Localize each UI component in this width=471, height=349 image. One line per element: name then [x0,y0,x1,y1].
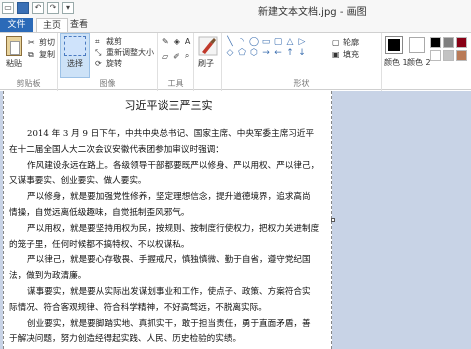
document-line: 创业要实，就是要脚踏实地、真抓实干，敢于担当责任，勇于直面矛盾，善 [27,318,311,329]
pencil-icon[interactable]: ✎ [162,37,169,46]
scissors-icon: ✂ [28,38,35,47]
clipboard-group: 粘贴 ✂ 剪切 ⧉ 复制 剪贴板 [0,33,58,91]
resize-icon: ⤡ [95,48,102,57]
crop-button[interactable]: ⌗ 裁剪 [95,36,122,47]
shape-item[interactable]: ← [272,48,284,59]
image-group: 选择 ⌗ 裁剪 ⤡ 重新调整大小 ⟳ 旋转 图像 [58,33,158,91]
select-icon[interactable] [64,36,86,56]
document-line: 的笼子里，任何时候都不搞特权、不以权谋私。 [9,239,190,250]
customize-dropdown-icon[interactable]: ▾ [62,2,74,14]
ribbon: 粘贴 ✂ 剪切 ⧉ 复制 剪贴板 选择 ⌗ 裁剪 ⤡ 重新调整大小 ⟳ 旋转 图… [0,32,471,91]
brushes-group: 刷子 [194,33,222,91]
shape-item[interactable]: ▷ [296,37,308,48]
shape-item[interactable]: ╲ [224,37,236,48]
document-line: 际情况、符合客观规律、符合科学精神，不好高骛远，不脱离实际。 [9,302,267,313]
clipboard-group-label: 剪贴板 [16,79,41,88]
document-line: 严以修身，就是要加强党性修养，坚定理想信念，提升道德境界，追求高尚 [27,192,311,203]
eraser-icon[interactable]: ▱ [162,52,168,61]
text-icon[interactable]: A [185,37,190,46]
brush-icon[interactable] [198,36,218,56]
shapes-group: ╲ ◝ ◯ ▭ ▢ △ ▷ ◇ ⬠ ⬡ → ← ↑ ↓ ▢ 轮廓 ▣ 填充 形状 [222,33,382,91]
fill-bucket-icon[interactable]: ◈ [174,37,180,46]
document-line: 2014 年 3 月 9 日下午，中共中央总书记、国家主席、中央军委主席习近平 [27,129,315,139]
document-line: 作风建设永远在路上。各级领导干部都要既严以修身、严以用权、严以律己， [27,160,320,171]
outline-icon: ▢ [332,38,340,47]
shape-item[interactable]: ◇ [224,48,236,59]
magnifier-icon[interactable]: ⌕ [185,51,189,61]
tab-file[interactable]: 文件 [0,18,33,32]
resize-handle-right[interactable] [331,218,335,222]
shape-item[interactable]: ◯ [248,37,260,48]
document-line: 于解决问题，努力创造经得起实践、人民、历史检验的实绩。 [9,334,242,345]
copy-button[interactable]: ⧉ 复制 [28,49,55,60]
image-group-label: 图像 [99,79,116,88]
tab-view[interactable]: 查看 [64,18,94,32]
document-line: 在十二届全国人大二次会议安徽代表团参加审议时强调： [9,144,224,155]
redo-icon[interactable]: ↷ [47,2,59,14]
palette-swatch[interactable] [456,37,467,48]
title-bar: ▭ ↶ ↷ ▾ 新建文本文档.jpg - 画图 [0,0,471,18]
resize-button[interactable]: ⤡ 重新调整大小 [95,47,154,58]
shape-item[interactable]: ▭ [260,37,272,48]
copy-icon: ⧉ [28,50,34,59]
select-button[interactable]: 选择 [67,58,83,69]
palette-swatch[interactable] [443,50,454,61]
tools-row-2: ▱ ✐ ⌕ [162,51,189,61]
document-line: 法，做到为政清廉。 [9,271,87,282]
shape-item[interactable]: ◝ [236,37,248,48]
color2-button[interactable]: 颜色 2 [407,57,431,68]
rotate-icon: ⟳ [95,59,102,68]
save-icon[interactable] [17,2,29,14]
color-palette [430,37,467,61]
palette-swatch[interactable] [443,37,454,48]
document-line: 又谋事要实、创业要实、做人要实。 [9,176,147,187]
shapes-gallery: ╲ ◝ ◯ ▭ ▢ △ ▷ ◇ ⬠ ⬡ → ← ↑ ↓ [224,37,308,59]
crop-icon: ⌗ [95,37,100,46]
color1-button[interactable]: 颜色 1 [384,57,408,68]
shape-item[interactable]: △ [284,37,296,48]
shapes-group-label: 形状 [293,79,310,88]
image-canvas[interactable]: 习近平谈三严三实 2014 年 3 月 9 日下午，中共中央总书记、国家主席、中… [3,91,332,349]
rotate-button[interactable]: ⟳ 旋转 [95,58,122,69]
fill-icon: ▣ [332,50,340,59]
app-menu-icon[interactable]: ▭ [2,2,14,14]
undo-icon[interactable]: ↶ [32,2,44,14]
document-line: 谋事要实，就是要从实际出发谋划事业和工作，使点子、政策、方案符合实 [27,287,311,297]
brushes-button[interactable]: 刷子 [198,58,214,69]
document-title: 习近平谈三严三实 [124,99,213,112]
palette-swatch[interactable] [430,37,441,48]
quick-access-toolbar: ▭ ↶ ↷ ▾ [2,2,74,14]
tools-group-label: 工具 [167,79,184,88]
shape-item[interactable]: ⬡ [248,48,260,59]
shape-item[interactable]: ↓ [296,48,308,59]
shape-item[interactable]: ⬠ [236,48,248,59]
color1-swatch[interactable] [385,36,403,54]
window-title: 新建文本文档.jpg - 画图 [258,7,367,18]
cut-button[interactable]: ✂ 剪切 [28,37,55,48]
paste-button[interactable]: 粘贴 [6,58,22,69]
color2-swatch[interactable] [409,37,425,53]
shape-item[interactable]: ↑ [284,48,296,59]
color-picker-icon[interactable]: ✐ [173,52,180,61]
document-line: 情操，自觉远离低级趣味，自觉抵制歪风邪气。 [9,208,190,218]
shape-item[interactable]: ▢ [272,37,284,48]
fill-button[interactable]: ▣ 填充 [332,49,359,60]
tools-group: ✎ ◈ A ▱ ✐ ⌕ 工具 [158,33,194,91]
ribbon-tabs: 文件 主页 查看 [0,18,471,32]
document-line: 严以用权，就是要坚持用权为民，按规则、按制度行使权力，把权力关进制度 [27,223,320,234]
canvas-workspace[interactable]: 习近平谈三严三实 2014 年 3 月 9 日下午，中共中央总书记、国家主席、中… [0,91,471,349]
palette-swatch[interactable] [430,50,441,61]
palette-swatch[interactable] [456,50,467,61]
shape-item[interactable]: → [260,48,272,59]
tools-row-1: ✎ ◈ A [162,37,190,46]
paste-icon[interactable] [6,36,22,56]
outline-button[interactable]: ▢ 轮廓 [332,37,359,48]
document-line: 严以律己，就是要心存敬畏、手握戒尺，慎独慎微、勤于自省，遵守党纪国 [27,255,311,266]
